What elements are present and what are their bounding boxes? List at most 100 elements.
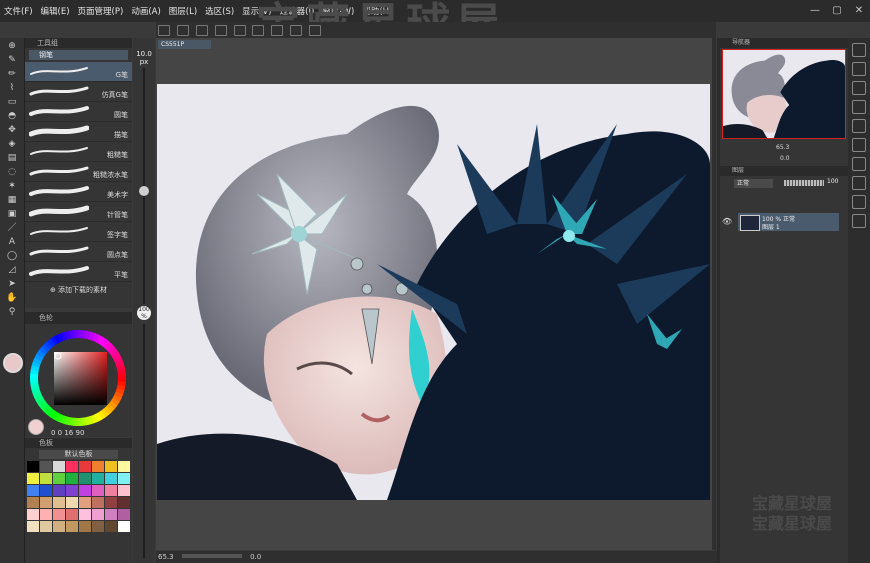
panel-toggle-icon[interactable] <box>852 100 866 114</box>
selection-icon[interactable] <box>309 25 321 36</box>
color-swatch[interactable] <box>105 509 117 520</box>
brush-item[interactable]: 仿真G笔 <box>25 82 132 102</box>
color-swatch[interactable] <box>105 473 117 484</box>
color-swatch[interactable] <box>92 509 104 520</box>
color-swatch[interactable] <box>79 521 91 532</box>
color-set-dropdown[interactable]: 默认色板 <box>39 450 118 459</box>
menu-item[interactable]: 页面管理(P) <box>74 5 128 17</box>
color-swatch[interactable] <box>92 497 104 508</box>
color-swatch[interactable] <box>40 521 52 532</box>
zoom-slider[interactable] <box>181 554 242 558</box>
canvas-vertical-scrollbar[interactable] <box>712 38 716 550</box>
main-color-indicator[interactable] <box>3 353 23 373</box>
color-swatch[interactable] <box>118 485 130 496</box>
color-swatch[interactable] <box>40 461 52 472</box>
eyedropper-tool-icon[interactable]: ⚲ <box>5 307 19 318</box>
color-wheel[interactable] <box>25 326 132 431</box>
color-swatch[interactable] <box>105 461 117 472</box>
panel-toggle-icon[interactable] <box>852 214 866 228</box>
balloon-tool-icon[interactable]: ◯ <box>5 251 19 262</box>
line-tool-icon[interactable]: ◿ <box>5 265 19 276</box>
color-swatch[interactable] <box>105 485 117 496</box>
color-swatch[interactable] <box>53 473 65 484</box>
color-swatch[interactable] <box>79 461 91 472</box>
eraser-tool-icon[interactable]: ▭ <box>5 97 19 108</box>
add-material-button[interactable]: ⊕ 添加下载的素材 <box>25 282 132 298</box>
panel-toggle-icon[interactable] <box>852 195 866 209</box>
color-swatch[interactable] <box>53 521 65 532</box>
canvas-tab[interactable]: CS551P <box>158 40 211 49</box>
opacity-track[interactable] <box>143 324 145 558</box>
brush-item[interactable]: 美术字 <box>25 182 132 202</box>
color-swatch[interactable] <box>118 473 130 484</box>
color-swatch[interactable] <box>66 509 78 520</box>
layer-opacity-slider[interactable] <box>784 180 824 186</box>
color-swatch[interactable] <box>118 509 130 520</box>
navigator-zoom-value[interactable]: 65.3 <box>776 144 789 151</box>
status-zoom[interactable]: 65.3 <box>158 553 174 561</box>
color-swatch[interactable] <box>40 509 52 520</box>
move-tool-icon[interactable]: ✥ <box>5 125 19 136</box>
color-swatch[interactable] <box>27 497 39 508</box>
hand-tool-icon[interactable]: ✋ <box>5 293 19 304</box>
brush-size-knob[interactable] <box>139 186 149 196</box>
subtool-group-tab[interactable]: 钢笔 <box>29 50 128 60</box>
transform-icon[interactable] <box>290 25 303 36</box>
color-swatch[interactable] <box>118 521 130 532</box>
menu-item[interactable]: 选区(S) <box>201 5 238 17</box>
color-swatch[interactable] <box>79 485 91 496</box>
color-swatch[interactable] <box>92 461 104 472</box>
save-icon[interactable] <box>195 25 208 36</box>
brush-item[interactable]: G笔 <box>25 62 132 82</box>
color-swatch[interactable] <box>92 473 104 484</box>
color-swatch[interactable] <box>53 485 65 496</box>
color-swatch[interactable] <box>66 485 78 496</box>
color-swatch[interactable] <box>27 485 39 496</box>
color-swatch[interactable] <box>27 509 39 520</box>
brush-item[interactable]: 粗糙笔 <box>25 142 132 162</box>
navigator-thumbnail[interactable] <box>722 49 846 139</box>
brush-item[interactable]: 描笔 <box>25 122 132 142</box>
color-swatch[interactable] <box>79 497 91 508</box>
status-angle[interactable]: 0.0 <box>250 553 261 561</box>
menu-item[interactable]: 编辑(E) <box>37 5 74 17</box>
clear-icon[interactable] <box>252 25 265 36</box>
fill-tool-icon[interactable]: ◈ <box>5 139 19 150</box>
color-swatch[interactable] <box>53 461 65 472</box>
magic-wand-icon[interactable]: ✶ <box>5 181 19 192</box>
navigator-angle-value[interactable]: 0.0 <box>780 155 790 162</box>
color-swatch[interactable] <box>66 521 78 532</box>
layer-row[interactable]: 100 % 正常 图层 1 <box>738 213 839 231</box>
fill-icon[interactable] <box>271 25 284 36</box>
color-swatch[interactable] <box>27 461 39 472</box>
menu-item[interactable]: 文件(F) <box>0 5 37 17</box>
color-swatch[interactable] <box>53 509 65 520</box>
panel-toggle-icon[interactable] <box>852 119 866 133</box>
color-swatch[interactable] <box>27 521 39 532</box>
color-swatch[interactable] <box>66 461 78 472</box>
open-file-icon[interactable] <box>176 25 189 36</box>
frame-tool-icon[interactable]: ▣ <box>5 209 19 220</box>
color-swatch[interactable] <box>92 485 104 496</box>
color-swatch[interactable] <box>79 509 91 520</box>
color-swatch[interactable] <box>105 497 117 508</box>
panel-toggle-icon[interactable] <box>852 138 866 152</box>
color-swatch[interactable] <box>53 497 65 508</box>
blend-tool-icon[interactable]: ◓ <box>5 111 19 122</box>
gradient-tool-icon[interactable]: ▤ <box>5 153 19 164</box>
blend-mode-dropdown[interactable]: 正常 <box>734 179 773 188</box>
brush-item[interactable]: 针管笔 <box>25 202 132 222</box>
brush-item[interactable]: 圆笔 <box>25 102 132 122</box>
brush-item[interactable]: 粗糙浓水笔 <box>25 162 132 182</box>
brush-item[interactable]: 圆点笔 <box>25 242 132 262</box>
color-swatch[interactable] <box>40 473 52 484</box>
redo-icon[interactable] <box>233 25 246 36</box>
color-swatch[interactable] <box>118 461 130 472</box>
panel-toggle-icon[interactable] <box>852 81 866 95</box>
brush-item[interactable]: 签字笔 <box>25 222 132 242</box>
panel-toggle-icon[interactable] <box>852 157 866 171</box>
pen-tool-icon[interactable]: ✎ <box>5 55 19 66</box>
color-swatch[interactable] <box>66 497 78 508</box>
color-swatch[interactable] <box>66 473 78 484</box>
close-icon[interactable]: ✕ <box>848 0 870 22</box>
